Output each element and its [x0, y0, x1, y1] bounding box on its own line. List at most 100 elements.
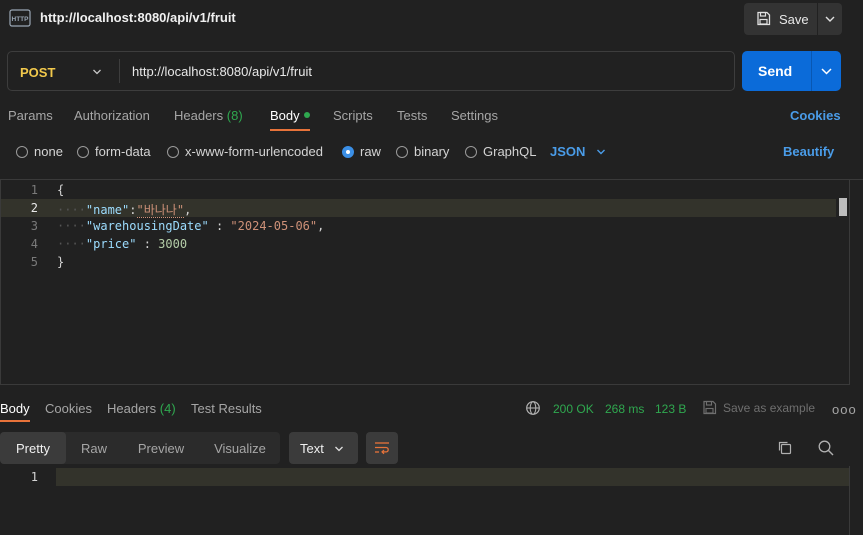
response-scrollbar-track[interactable] — [849, 466, 850, 535]
mode-form-data-label: form-data — [95, 144, 151, 159]
editor-border — [0, 384, 850, 385]
save-icon — [702, 400, 717, 418]
resp-tab-headers[interactable]: Headers (4) — [107, 401, 176, 416]
radio-binary[interactable] — [396, 146, 408, 158]
save-as-example-button[interactable]: Save as example — [702, 400, 815, 418]
chevron-down-icon — [825, 16, 835, 22]
radio-urlencoded[interactable] — [167, 146, 179, 158]
chevron-down-icon — [334, 442, 344, 457]
json-tail: , — [317, 219, 325, 233]
editor-line: 5 } — [0, 253, 836, 271]
format-select[interactable]: Text — [289, 432, 358, 464]
mode-form-data[interactable]: form-data — [77, 144, 151, 159]
view-raw[interactable]: Raw — [66, 432, 122, 464]
chevron-down-icon — [821, 68, 832, 75]
more-options-icon[interactable]: ooo — [832, 402, 857, 417]
tab-tests[interactable]: Tests — [397, 108, 427, 123]
request-body-editor[interactable]: 1 { 2 ····"name":"바나나", 3 ····"warehousi… — [0, 179, 863, 385]
view-preview[interactable]: Preview — [122, 432, 200, 464]
method-label: POST — [20, 65, 56, 80]
editor-scrollbar-thumb[interactable] — [839, 198, 847, 216]
search-icon[interactable] — [817, 439, 835, 460]
editor-line: 3 ····"warehousingDate" : "2024-05-06", — [0, 217, 836, 235]
json-key: "name" — [85, 203, 130, 217]
line-code: ····"name":"바나나", — [57, 203, 192, 218]
format-label: Text — [300, 441, 324, 456]
save-as-example-label: Save as example — [723, 401, 816, 415]
tab-body[interactable]: Body — [270, 108, 310, 123]
json-string-value: "바나나" — [136, 203, 185, 218]
beautify-link[interactable]: Beautify — [783, 144, 834, 159]
title-bar: HTTP http://localhost:8080/api/v1/fruit … — [0, 0, 863, 38]
globe-icon[interactable] — [525, 400, 541, 419]
json-sep: : — [129, 203, 137, 217]
tab-authorization[interactable]: Authorization — [74, 108, 150, 123]
method-select[interactable]: POST — [8, 52, 119, 90]
brace-open: { — [57, 183, 65, 197]
radio-none[interactable] — [16, 146, 28, 158]
mode-graphql-label: GraphQL — [483, 144, 537, 159]
tab-scripts[interactable]: Scripts — [333, 108, 373, 123]
language-label: JSON — [550, 144, 586, 159]
mode-raw[interactable]: raw — [342, 144, 381, 159]
json-string-value: "2024-05-06" — [230, 219, 318, 233]
chevron-down-icon — [92, 65, 102, 80]
save-options-button[interactable] — [818, 3, 842, 35]
line-code: ····"price" : 3000 — [57, 237, 188, 251]
tab-headers-count: (8) — [226, 108, 243, 123]
divider — [119, 59, 120, 83]
view-pretty[interactable]: Pretty — [0, 432, 66, 464]
modified-dot — [303, 112, 310, 118]
url-input[interactable] — [132, 64, 712, 79]
resp-tab-body[interactable]: Body — [0, 401, 30, 416]
status-code[interactable]: 200 OK — [553, 402, 594, 416]
resp-tab-cookies[interactable]: Cookies — [45, 401, 92, 416]
editor-line: 4 ····"price" : 3000 — [0, 235, 836, 253]
brace-close: } — [57, 255, 65, 269]
radio-raw[interactable] — [342, 146, 354, 158]
line-number: 1 — [30, 470, 38, 484]
request-tabs: Params Authorization Headers (8) Body Sc… — [0, 104, 863, 131]
editor-border — [0, 179, 1, 385]
active-tab-indicator — [270, 129, 310, 131]
response-body-editor[interactable]: 1 — [0, 468, 850, 486]
save-label: Save — [779, 12, 809, 27]
json-sep: : — [136, 237, 159, 251]
send-button[interactable]: Send — [742, 51, 811, 91]
tab-params[interactable]: Params — [8, 108, 53, 123]
view-visualize[interactable]: Visualize — [200, 432, 280, 464]
line-number: 4 — [30, 237, 38, 251]
request-bar: POST — [7, 51, 735, 91]
mode-none-label: none — [34, 144, 63, 159]
view-mode-segmented: Pretty Raw Preview Visualize — [0, 432, 280, 464]
send-options-button[interactable] — [812, 51, 841, 91]
line-number: 1 — [30, 183, 38, 197]
svg-text:HTTP: HTTP — [12, 16, 30, 23]
json-key: "price" — [85, 237, 137, 251]
copy-icon[interactable] — [776, 439, 794, 460]
json-key: "warehousingDate" — [85, 219, 209, 233]
send-button-group: Send — [742, 51, 841, 91]
request-title[interactable]: http://localhost:8080/api/v1/fruit — [40, 10, 236, 25]
wrap-lines-button[interactable] — [366, 432, 398, 464]
response-size[interactable]: 123 B — [655, 402, 686, 416]
resp-tab-test-results[interactable]: Test Results — [191, 401, 262, 416]
radio-graphql[interactable] — [465, 146, 477, 158]
editor-scrollbar-track[interactable] — [849, 179, 850, 385]
tab-body-label: Body — [270, 108, 300, 123]
mode-urlencoded[interactable]: x-www-form-urlencoded — [167, 144, 323, 159]
tab-settings[interactable]: Settings — [451, 108, 498, 123]
radio-form-data[interactable] — [77, 146, 89, 158]
response-time[interactable]: 268 ms — [605, 402, 644, 416]
mode-none[interactable]: none — [16, 144, 63, 159]
cookies-link[interactable]: Cookies — [790, 108, 841, 123]
tab-headers[interactable]: Headers (8) — [174, 108, 243, 123]
line-number: 3 — [30, 219, 38, 233]
save-button[interactable]: Save — [744, 3, 817, 35]
active-tab-indicator — [0, 420, 30, 422]
tab-headers-label: Headers — [174, 108, 224, 123]
mode-raw-label: raw — [360, 144, 381, 159]
mode-graphql[interactable]: GraphQL — [465, 144, 536, 159]
mode-binary[interactable]: binary — [396, 144, 449, 159]
language-select[interactable]: JSON — [550, 144, 605, 159]
